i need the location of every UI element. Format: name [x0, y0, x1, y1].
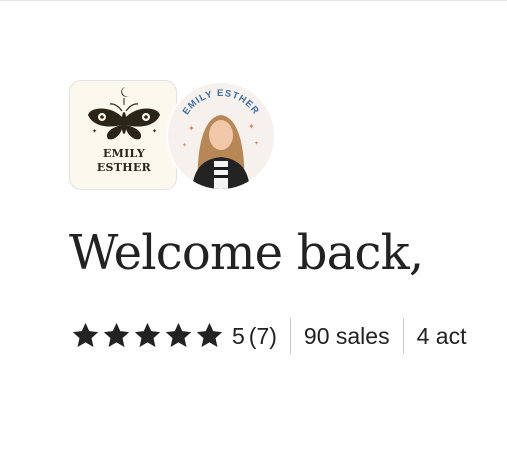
- rating-stars: [71, 321, 226, 352]
- shop-logo-name-line2: ESTHER: [96, 161, 152, 174]
- star-icon: [164, 321, 195, 352]
- shop-logo-name-line1: EMILY: [102, 147, 146, 160]
- welcome-heading: Welcome back,: [69, 225, 424, 281]
- top-divider: [0, 0, 507, 1]
- star-icon: [133, 321, 164, 352]
- active-listings-count: 4 act: [416, 322, 467, 349]
- review-count-link[interactable]: (7): [249, 323, 277, 350]
- star-icon: [71, 321, 102, 352]
- stats-divider: [289, 318, 291, 354]
- stats-divider: [402, 318, 404, 354]
- rating-value: 5: [232, 322, 245, 349]
- svg-text:✦: ✦: [152, 128, 157, 135]
- sparkle-icon: ✦: [188, 124, 195, 133]
- sales-count: 90 sales: [303, 322, 390, 349]
- shop-stats: 5 (7) 90 sales 4 act: [71, 318, 466, 354]
- svg-text:✦: ✦: [92, 128, 97, 135]
- star-icon: [195, 321, 226, 352]
- svg-text:✦: ✦: [254, 140, 259, 147]
- svg-text:✦: ✦: [182, 142, 187, 149]
- svg-text:✦: ✦: [248, 122, 255, 131]
- owner-avatar[interactable]: ✦ ✦ ✦ ✦ EMILY ESTHER: [166, 81, 276, 191]
- star-icon: [102, 321, 133, 352]
- shop-logo[interactable]: ✦ ✦ EMILY ESTHER: [69, 80, 177, 190]
